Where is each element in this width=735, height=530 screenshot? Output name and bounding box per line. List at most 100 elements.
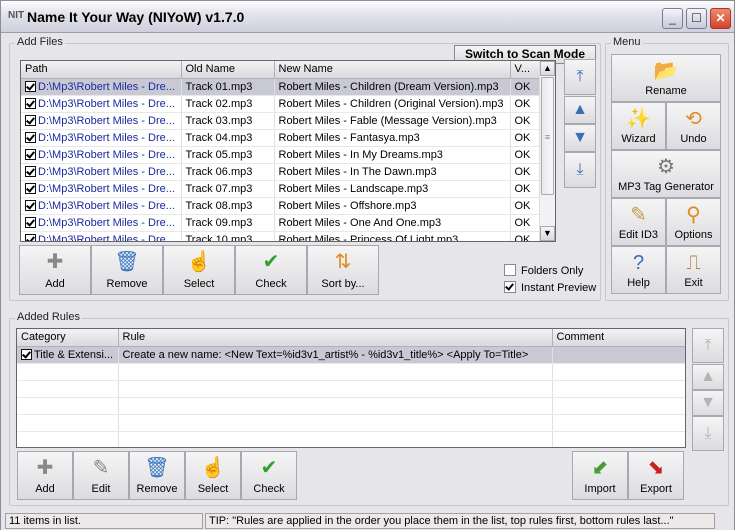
check-label: Check [255, 278, 287, 290]
column-comment[interactable]: Comment [552, 329, 685, 347]
file-path-cell[interactable]: D:\Mp3\Robert Miles - Dre... [21, 129, 182, 147]
move-down-button[interactable]: ▼ [564, 124, 596, 152]
file-path-cell[interactable]: D:\Mp3\Robert Miles - Dre... [21, 78, 182, 96]
move-to-bottom-button[interactable]: ⤓ [564, 152, 596, 188]
file-path-cell[interactable]: D:\Mp3\Robert Miles - Dre... [21, 146, 182, 164]
rules-select-label: Select [197, 483, 229, 495]
file-checkbox[interactable] [25, 165, 36, 177]
folders-only-box[interactable] [504, 264, 516, 276]
menu-wizard-button[interactable]: ✨ Wizard [611, 102, 666, 150]
column-new-name[interactable]: New Name [274, 61, 511, 79]
file-path-cell[interactable]: D:\Mp3\Robert Miles - Dre... [21, 180, 182, 198]
rules-check-label: Check [253, 483, 285, 495]
rules-edit-button[interactable]: ✎ Edit [73, 451, 129, 500]
scroll-up-arrow[interactable]: ▲ [540, 61, 555, 76]
column-old-name[interactable]: Old Name [181, 61, 275, 79]
scroll-thumb[interactable]: ≡ [541, 77, 554, 195]
file-checkbox[interactable] [25, 199, 36, 211]
files-select-button[interactable]: ☝ Select [163, 245, 235, 295]
file-v-cell: OK [510, 129, 541, 147]
menu-edit-id3-button[interactable]: ✎ Edit ID3 [611, 198, 666, 246]
title-bar[interactable]: NIT Name It Your Way (NIYoW) v1.7.0 _ ☐ … [1, 1, 734, 33]
files-sort-by-button[interactable]: ⇅ Sort by... [307, 245, 379, 295]
instant-preview-box[interactable] [504, 281, 516, 293]
rules-remove-button[interactable]: 🗑 Remove [129, 451, 185, 500]
file-checkbox[interactable] [25, 182, 36, 194]
file-new-cell: Robert Miles - Fable (Message Version).m… [274, 112, 511, 130]
menu-label: Menu [611, 36, 643, 48]
close-button[interactable]: ✕ [710, 8, 731, 29]
minimize-button[interactable]: _ [662, 8, 683, 29]
file-checkbox[interactable] [25, 216, 36, 228]
rule-move-bottom-button[interactable]: ⤓ [692, 416, 724, 451]
empty-cell [17, 397, 119, 415]
column-category[interactable]: Category [17, 329, 119, 347]
rules-remove-label: Remove [136, 483, 178, 495]
files-check-button[interactable]: ✔ Check [235, 245, 307, 295]
menu-exit-button[interactable]: ⎍ Exit [666, 246, 721, 294]
files-scrollbar[interactable]: ▲ ≡ ▼ [539, 61, 555, 241]
file-row[interactable]: D:\Mp3\Robert Miles - Dre... Track 08.mp3… [21, 197, 541, 215]
files-list[interactable]: Path Old Name New Name V... D:\Mp3\Rober… [20, 60, 556, 242]
file-row[interactable]: D:\Mp3\Robert Miles - Dre... Track 10.mp3… [21, 231, 541, 241]
file-checkbox[interactable] [25, 131, 36, 143]
maximize-button[interactable]: ☐ [686, 8, 707, 29]
rules-select-button[interactable]: ☝ Select [185, 451, 241, 500]
files-remove-button[interactable]: 🗑 Remove [91, 245, 163, 295]
files-add-button[interactable]: ✚ Add [19, 245, 91, 295]
instant-preview-checkbox[interactable]: Instant Preview [504, 281, 596, 294]
column-path[interactable]: Path [21, 61, 182, 79]
file-path-cell[interactable]: D:\Mp3\Robert Miles - Dre... [21, 197, 182, 215]
file-row[interactable]: D:\Mp3\Robert Miles - Dre... Track 01.mp3… [21, 78, 541, 96]
rule-move-down-button[interactable]: ▼ [692, 390, 724, 416]
file-path-cell[interactable]: D:\Mp3\Robert Miles - Dre... [21, 214, 182, 232]
file-path-cell[interactable]: D:\Mp3\Robert Miles - Dre... [21, 95, 182, 113]
file-row[interactable]: D:\Mp3\Robert Miles - Dre... Track 03.mp3… [21, 112, 541, 130]
file-row[interactable]: D:\Mp3\Robert Miles - Dre... Track 06.mp3… [21, 163, 541, 181]
export-icon: ⬊ [647, 457, 665, 479]
move-to-top-button[interactable]: ⤒ [564, 59, 596, 95]
file-row[interactable]: D:\Mp3\Robert Miles - Dre... Track 09.mp3… [21, 214, 541, 232]
rule-checkbox[interactable] [21, 348, 32, 360]
export-button[interactable]: ⬊ Export [628, 451, 684, 500]
empty-cell [552, 414, 685, 432]
menu-undo-button[interactable]: ⟲ Undo [666, 102, 721, 150]
menu-mp3-tag-generator-button[interactable]: ⚙ MP3 Tag Generator [611, 150, 721, 198]
menu-rename-button[interactable]: 📂 Rename [611, 54, 721, 102]
empty-cell [17, 414, 119, 432]
file-path-cell[interactable]: D:\Mp3\Robert Miles - Dre... [21, 112, 182, 130]
column-validity[interactable]: V... [510, 61, 541, 79]
move-bottom-icon: ⤓ [576, 161, 584, 178]
undo-icon: ⟲ [685, 108, 702, 130]
menu-help-button[interactable]: ? Help [611, 246, 666, 294]
rules-check-button[interactable]: ✔ Check [241, 451, 297, 500]
file-checkbox[interactable] [25, 148, 36, 160]
import-button[interactable]: ⬋ Import [572, 451, 628, 500]
import-icon: ⬋ [591, 457, 609, 479]
file-row[interactable]: D:\Mp3\Robert Miles - Dre... Track 02.mp3… [21, 95, 541, 113]
rule-category: Title & Extensi... [34, 348, 114, 361]
menu-options-button[interactable]: ⚲ Options [666, 198, 721, 246]
file-row[interactable]: D:\Mp3\Robert Miles - Dre... Track 04.mp3… [21, 129, 541, 147]
scroll-down-arrow[interactable]: ▼ [540, 226, 555, 241]
file-row[interactable]: D:\Mp3\Robert Miles - Dre... Track 05.mp3… [21, 146, 541, 164]
file-checkbox[interactable] [25, 80, 36, 92]
folders-only-checkbox[interactable]: Folders Only [504, 264, 583, 277]
file-path-cell[interactable]: D:\Mp3\Robert Miles - Dre... [21, 163, 182, 181]
file-checkbox[interactable] [25, 97, 36, 109]
file-checkbox[interactable] [25, 233, 36, 241]
move-up-button[interactable]: ▲ [564, 96, 596, 124]
empty-rule-row [17, 397, 685, 415]
empty-rule-row [17, 414, 685, 432]
file-checkbox[interactable] [25, 114, 36, 126]
file-row[interactable]: D:\Mp3\Robert Miles - Dre... Track 07.mp3… [21, 180, 541, 198]
rule-move-top-button[interactable]: ⤒ [692, 328, 724, 363]
rule-move-up-button[interactable]: ▲ [692, 364, 724, 390]
file-v-cell: OK [510, 95, 541, 113]
rules-list[interactable]: Category Rule Comment Title & Extensi...… [16, 328, 686, 448]
column-rule[interactable]: Rule [118, 329, 553, 347]
rule-row[interactable]: Title & Extensi... Create a new name: <Ne… [17, 346, 685, 364]
rules-add-button[interactable]: ✚ Add [17, 451, 73, 500]
rule-category-cell[interactable]: Title & Extensi... [17, 346, 119, 364]
file-path-cell[interactable]: D:\Mp3\Robert Miles - Dre... [21, 231, 182, 241]
